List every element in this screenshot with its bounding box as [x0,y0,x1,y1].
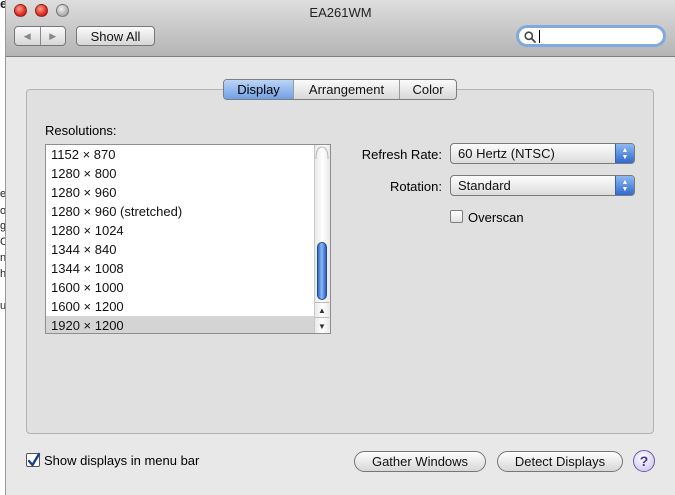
popup-arrows-icon: ▲ ▼ [615,176,634,195]
list-item[interactable]: 1280 × 800 [46,164,316,183]
list-item[interactable]: 1280 × 960 (stretched) [46,202,316,221]
rotation-popup[interactable]: Standard ▲ ▼ [450,175,635,196]
rotation-value: Standard [458,178,511,193]
scrollbar-track-cap [315,146,329,159]
search-field[interactable] [516,25,666,47]
text-cursor [539,30,540,43]
back-forward-control: ◀ ▶ [14,26,66,46]
list-item[interactable]: 1280 × 1024 [46,221,316,240]
list-item-selected[interactable]: 1920 × 1200 [46,316,316,333]
back-arrow-icon[interactable]: ◀ [15,27,41,45]
list-scrollbar[interactable]: ▲ ▼ [314,145,330,333]
title-bar: EA261WM ◀ ▶ Show All [6,0,675,57]
overscan-checkbox[interactable] [450,210,463,223]
scroll-up-arrow-icon[interactable]: ▲ [315,302,329,318]
popup-arrows-icon: ▲ ▼ [615,144,634,163]
tab-color[interactable]: Color [400,80,456,99]
tab-bar: Display Arrangement Color [223,79,457,100]
checkmark-icon [27,452,41,467]
window-title: EA261WM [309,5,372,20]
list-item[interactable]: 1344 × 840 [46,240,316,259]
overscan-label: Overscan [468,210,524,225]
list-item[interactable]: 1600 × 1000 [46,278,316,297]
refresh-rate-label: Refresh Rate: [361,147,442,162]
refresh-rate-value: 60 Hertz (NTSC) [458,146,555,161]
list-item[interactable]: 1344 × 1008 [46,259,316,278]
scroll-down-arrow-icon[interactable]: ▼ [315,317,329,333]
gather-windows-button[interactable]: Gather Windows [354,451,486,472]
list-item[interactable]: 1280 × 960 [46,183,316,202]
forward-arrow-icon[interactable]: ▶ [41,27,66,45]
refresh-rate-popup[interactable]: 60 Hertz (NTSC) ▲ ▼ [450,143,635,164]
list-item[interactable]: 1600 × 1200 [46,297,316,316]
search-icon [524,31,536,43]
tab-arrangement[interactable]: Arrangement [294,80,400,99]
resolutions-list[interactable]: 1152 × 870 1280 × 800 1280 × 960 1280 × … [45,144,331,334]
show-in-menu-bar-checkbox[interactable] [26,452,41,467]
resolutions-label: Resolutions: [45,123,117,138]
show-in-menu-bar-label: Show displays in menu bar [44,453,200,468]
list-item[interactable]: 1152 × 870 [46,145,316,164]
rotation-label: Rotation: [389,179,442,194]
tab-display[interactable]: Display [224,80,294,99]
scrollbar-thumb[interactable] [317,242,327,300]
display-preferences-window: EA261WM ◀ ▶ Show All Display Arrangement… [5,0,675,495]
search-input[interactable] [541,29,656,44]
detect-displays-button[interactable]: Detect Displays [497,451,623,472]
help-button[interactable]: ? [633,450,655,472]
show-all-button[interactable]: Show All [76,26,155,46]
